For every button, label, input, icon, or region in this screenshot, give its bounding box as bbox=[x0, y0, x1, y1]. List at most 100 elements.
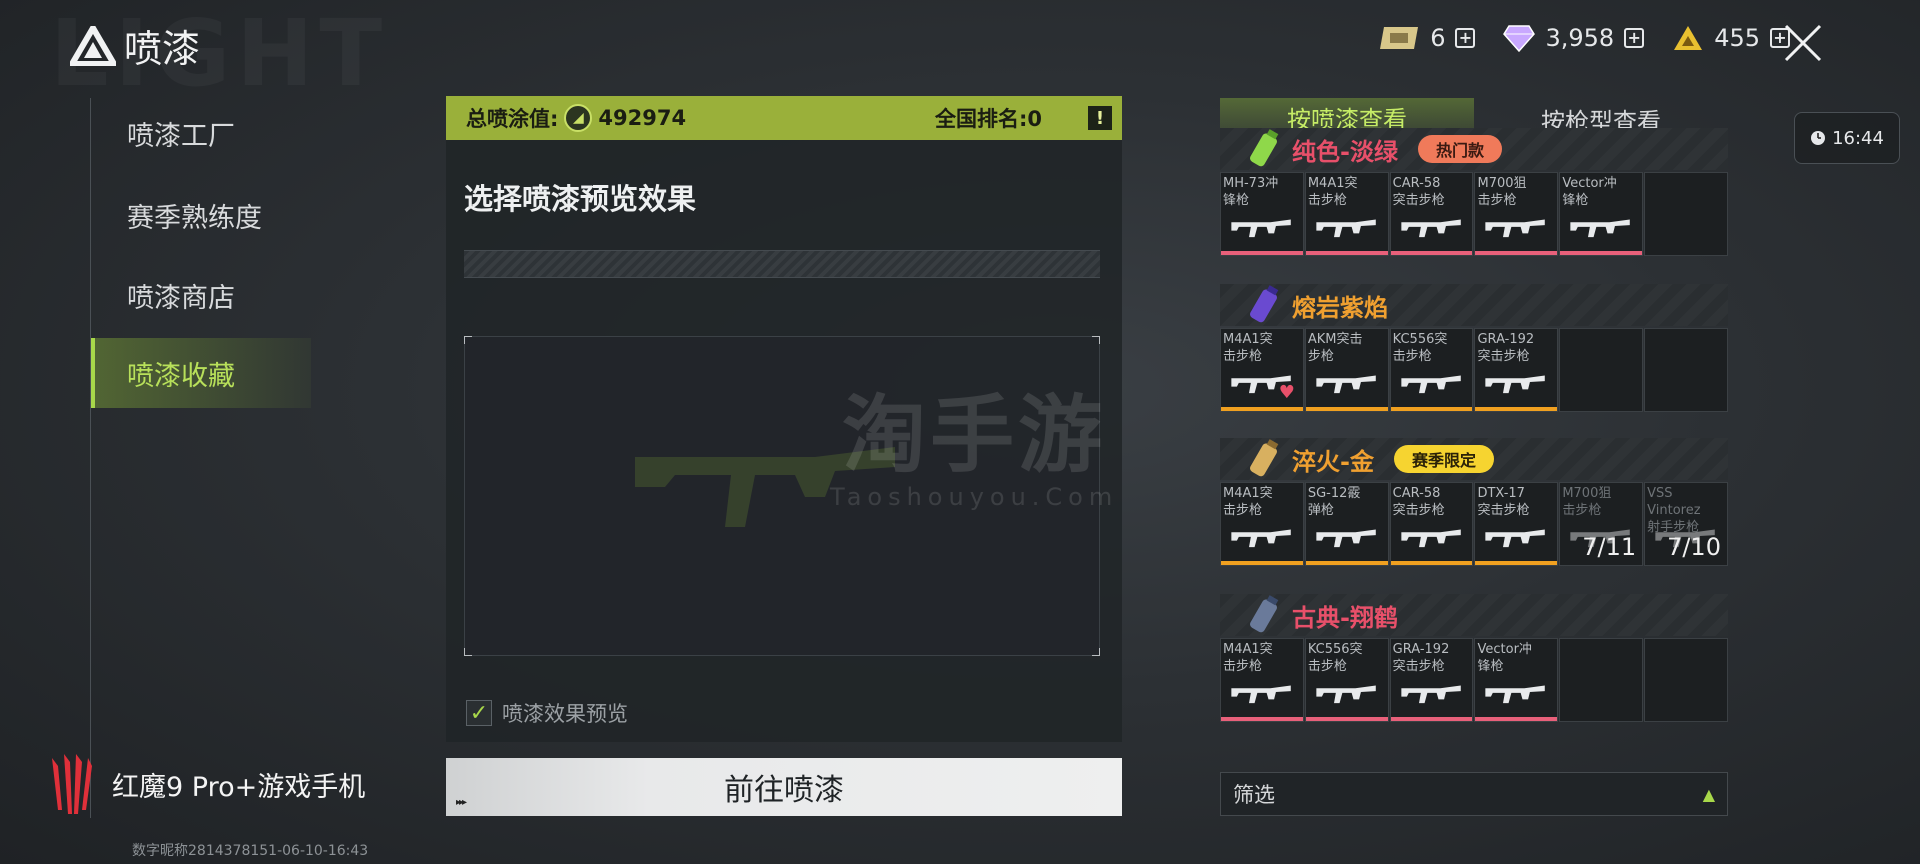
spray-group-name: 熔岩紫焰 bbox=[1292, 293, 1388, 322]
weapon-icon bbox=[1401, 685, 1461, 704]
watermark: 淘手游 Taoshouyou.Com bbox=[830, 368, 1118, 511]
button-arrows-icon: ▸▸▸ bbox=[456, 797, 467, 808]
weapon-cell[interactable]: M700狙击步枪 bbox=[1474, 172, 1559, 256]
weapon-cell[interactable]: VSS Vintorez射手步枪 7/10 bbox=[1644, 482, 1728, 566]
add-ticket-button[interactable]: + bbox=[1455, 28, 1476, 48]
add-diamond-button[interactable]: + bbox=[1624, 28, 1645, 48]
weapon-icon bbox=[1231, 529, 1291, 548]
weapon-cell[interactable]: M4A1突击步枪 ♥ bbox=[1220, 328, 1304, 412]
spray-group-tag: 赛季限定 bbox=[1393, 445, 1494, 473]
weapon-cell[interactable]: M700狙击步枪 7/11 bbox=[1559, 482, 1644, 566]
weapon-cell[interactable]: M4A1突击步枪 bbox=[1304, 172, 1389, 256]
weapon-cell[interactable]: SG-12霰弹枪 bbox=[1304, 482, 1389, 566]
weapon-cell[interactable]: DTX-17突击步枪 bbox=[1474, 482, 1559, 566]
weapon-cell[interactable]: GRA-192突击步枪 bbox=[1474, 328, 1559, 412]
favorite-heart-icon[interactable]: ♥ bbox=[1279, 382, 1295, 403]
weapon-name: AKM突击步枪 bbox=[1307, 332, 1363, 364]
spray-group-header[interactable]: 古典-翔鹤 bbox=[1220, 594, 1728, 636]
unlock-bar bbox=[1221, 251, 1303, 255]
spray-coin-icon: ◢ bbox=[564, 104, 593, 132]
weapon-cell[interactable] bbox=[1644, 328, 1728, 412]
device-brand-label: 红魔9 Pro+游戏手机 bbox=[112, 771, 366, 803]
sidebar-item-spray-factory[interactable]: 喷漆工厂 bbox=[91, 98, 311, 168]
filter-label: 筛选 bbox=[1233, 783, 1275, 807]
weapon-cell[interactable]: GRA-192突击步枪 bbox=[1389, 638, 1474, 722]
weapon-name: CAR-58突击步枪 bbox=[1392, 176, 1445, 208]
weapon-cell[interactable] bbox=[1644, 172, 1728, 256]
national-rank: 全国排名:0 bbox=[934, 107, 1042, 131]
weapon-icon bbox=[1316, 529, 1376, 548]
sidebar-item-label: 喷漆收藏 bbox=[127, 360, 235, 392]
goto-spray-button[interactable]: ▸▸▸ 前往喷漆 bbox=[446, 758, 1122, 816]
total-spray-label: 总喷涂值: bbox=[466, 107, 559, 131]
weapon-cell[interactable]: Vector冲锋枪 bbox=[1559, 172, 1644, 256]
weapon-row: MH-73冲锋枪 M4A1突击步枪 CAR-58突击步枪 M700狙击步枪 Vector… bbox=[1220, 172, 1728, 256]
clock-time: 16:44 bbox=[1832, 127, 1884, 149]
weapon-name: CAR-58突击步枪 bbox=[1392, 486, 1445, 518]
weapon-icon bbox=[1485, 685, 1546, 704]
weapon-icon bbox=[1231, 685, 1291, 704]
weapon-cell[interactable]: KC556突击步枪 bbox=[1389, 328, 1474, 412]
unlock-bar bbox=[1475, 717, 1558, 721]
weapon-name: Vector冲锋枪 bbox=[1562, 176, 1617, 208]
weapon-cell[interactable]: M4A1突击步枪 bbox=[1220, 482, 1304, 566]
info-alert-icon[interactable]: ! bbox=[1088, 106, 1112, 130]
unlock-bar bbox=[1475, 251, 1558, 255]
weapon-cell[interactable]: CAR-58突击步枪 bbox=[1389, 482, 1474, 566]
spray-can-icon bbox=[1250, 129, 1279, 167]
sidebar-item-spray-shop[interactable]: 喷漆商店 bbox=[91, 260, 311, 330]
unlock-bar bbox=[1305, 407, 1388, 411]
clock-display: 16:44 bbox=[1794, 112, 1900, 164]
sidebar-item-season-mastery[interactable]: 赛季熟练度 bbox=[91, 180, 311, 250]
preview-checkbox[interactable]: ✓ bbox=[466, 700, 492, 726]
preview-stripe-bar bbox=[464, 250, 1100, 278]
currency-bar: 6 + 3,958 + 455 + bbox=[1378, 24, 1790, 52]
currency-diamond: 3,958 + bbox=[1503, 24, 1645, 52]
spray-group-header[interactable]: 熔岩紫焰 bbox=[1220, 284, 1728, 326]
preview-toggle[interactable]: ✓ 喷漆效果预览 bbox=[466, 698, 628, 728]
unlock-bar bbox=[1305, 717, 1388, 721]
filter-dropdown[interactable]: 筛选 ▲ bbox=[1220, 772, 1728, 816]
unlock-progress: 7/11 bbox=[1582, 533, 1637, 561]
close-icon[interactable] bbox=[1782, 22, 1824, 64]
spray-score-bar: 总喷涂值: ◢ 492974 全国排名:0 ! bbox=[446, 96, 1122, 140]
weapon-cell[interactable]: AKM突击步枪 bbox=[1304, 328, 1389, 412]
weapon-name: M4A1突击步枪 bbox=[1223, 332, 1273, 364]
spray-can-icon bbox=[1250, 595, 1279, 633]
sidebar-item-spray-collection[interactable]: 喷漆收藏 bbox=[91, 338, 311, 408]
unlock-bar bbox=[1305, 561, 1388, 565]
unlock-bar bbox=[1475, 407, 1558, 411]
unlock-bar bbox=[1221, 561, 1303, 565]
weapon-cell[interactable] bbox=[1644, 638, 1728, 722]
weapon-icon bbox=[1316, 685, 1376, 704]
weapon-cell[interactable]: MH-73冲锋枪 bbox=[1220, 172, 1304, 256]
weapon-name: M700狙击步枪 bbox=[1477, 176, 1527, 208]
page-title: 喷漆 bbox=[124, 27, 201, 71]
weapon-name: M4A1突击步枪 bbox=[1223, 642, 1273, 674]
weapon-row: M4A1突击步枪 ♥ AKM突击步枪 KC556突击步枪 GRA-192突击步枪 bbox=[1220, 328, 1728, 412]
weapon-name: Vector冲锋枪 bbox=[1477, 642, 1532, 674]
spray-group-header[interactable]: 纯色-淡绿 热门款 bbox=[1220, 128, 1728, 170]
weapon-icon bbox=[1485, 529, 1546, 548]
unlock-bar bbox=[1221, 717, 1303, 721]
preview-toggle-label: 喷漆效果预览 bbox=[502, 702, 628, 726]
coin-triangle-icon bbox=[1674, 26, 1703, 50]
unlock-bar bbox=[1221, 407, 1303, 411]
weapon-cell[interactable]: Vector冲锋枪 bbox=[1474, 638, 1559, 722]
spray-group-header[interactable]: 淬火-金 赛季限定 bbox=[1220, 438, 1728, 480]
total-spray-value: 492974 bbox=[598, 106, 687, 130]
currency-coin: 455 + bbox=[1672, 24, 1790, 52]
spray-group-tag: 热门款 bbox=[1417, 135, 1502, 163]
preview-panel-title: 选择喷漆预览效果 bbox=[464, 182, 697, 216]
weapon-row: M4A1突击步枪 KC556突击步枪 GRA-192突击步枪 Vector冲锋枪 bbox=[1220, 638, 1728, 722]
weapon-cell[interactable]: KC556突击步枪 bbox=[1304, 638, 1389, 722]
weapon-icon bbox=[1401, 375, 1461, 394]
weapon-name: DTX-17突击步枪 bbox=[1477, 486, 1530, 518]
weapon-cell[interactable] bbox=[1559, 638, 1644, 722]
ticket-count: 6 bbox=[1430, 24, 1446, 52]
user-id-watermark: 数字昵称2814378151-06-10-16:43 bbox=[132, 843, 369, 859]
weapon-cell[interactable] bbox=[1559, 328, 1644, 412]
weapon-cell[interactable]: CAR-58突击步枪 bbox=[1389, 172, 1474, 256]
unlock-bar bbox=[1560, 251, 1643, 255]
weapon-cell[interactable]: M4A1突击步枪 bbox=[1220, 638, 1304, 722]
